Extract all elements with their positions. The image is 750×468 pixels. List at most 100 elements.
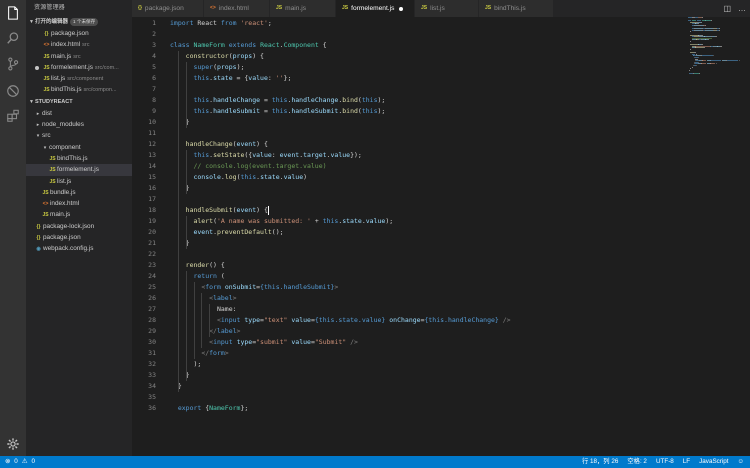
code-token: > bbox=[334, 283, 339, 291]
tree-file[interactable]: <> index.html bbox=[26, 198, 132, 209]
more-actions-icon[interactable]: … bbox=[738, 4, 746, 13]
tree-file[interactable]: {} package.json bbox=[26, 232, 132, 243]
tree-item-name: index.html bbox=[50, 200, 80, 208]
split-editor-icon[interactable]: ◫ bbox=[723, 4, 731, 13]
minimap-stroke bbox=[694, 25, 698, 26]
code-token: handleChange bbox=[291, 96, 339, 104]
warning-icon[interactable]: ⚠ bbox=[22, 456, 28, 468]
files-icon[interactable] bbox=[5, 5, 21, 21]
code-token: React bbox=[260, 41, 280, 49]
indent-guide bbox=[185, 150, 187, 194]
open-editor-item[interactable]: JSformelement.js src/com... bbox=[26, 62, 132, 73]
tree-file[interactable]: JSbundle.js bbox=[26, 187, 132, 198]
code-token: {this.handleChange} bbox=[424, 316, 499, 324]
line-number: 36 bbox=[148, 404, 156, 412]
code-token: ) { bbox=[256, 140, 268, 148]
open-editor-item[interactable]: <> index.html src bbox=[26, 39, 132, 50]
minimap-stroke bbox=[690, 41, 691, 42]
debug-icon[interactable] bbox=[5, 83, 21, 99]
tree-file[interactable]: JSbindThis.js bbox=[26, 153, 132, 164]
code-token: super bbox=[193, 63, 214, 71]
tree-item-name: dist bbox=[42, 109, 52, 117]
tab-bindThis-js[interactable]: JS bindThis.js bbox=[479, 0, 554, 17]
code-token: </ bbox=[201, 349, 210, 357]
minimap-stroke bbox=[703, 47, 706, 49]
code-token: }; bbox=[240, 404, 249, 412]
tree-folder[interactable]: ▾ src bbox=[26, 130, 132, 141]
open-editor-item[interactable]: JSmain.js src bbox=[26, 51, 132, 62]
tree-file[interactable]: {} package-lock.json bbox=[26, 221, 132, 232]
tree-item-name: package.json bbox=[43, 234, 81, 242]
code-token: "submit" bbox=[256, 338, 288, 346]
line-ending[interactable]: LF bbox=[683, 456, 690, 468]
code-editor[interactable]: 1 import React from 'react'; 2 3 class NameF… bbox=[132, 17, 750, 456]
tree-folder[interactable]: ▸ node_modules bbox=[26, 119, 132, 130]
language-mode[interactable]: JavaScript bbox=[699, 456, 728, 468]
tree-file[interactable]: JSmain.js bbox=[26, 209, 132, 220]
open-editor-item[interactable]: {} package.json bbox=[26, 28, 132, 39]
minimap-stroke bbox=[710, 60, 721, 62]
tree-item-name: main.js bbox=[50, 211, 71, 219]
minimap-stroke bbox=[710, 63, 715, 65]
tab-main-js[interactable]: JS main.js bbox=[270, 0, 336, 17]
source-control-icon[interactable] bbox=[5, 56, 21, 72]
code-token: value bbox=[252, 151, 272, 159]
error-icon[interactable]: ⊗ bbox=[5, 456, 10, 468]
js-file-icon: JS bbox=[276, 5, 283, 11]
code-token: value bbox=[365, 217, 386, 225]
tab-package-json[interactable]: {} package.json bbox=[132, 0, 204, 17]
tree-folder[interactable]: ▾ component bbox=[26, 142, 132, 153]
code-text: <form onSubmit={this.handleSubmit}> bbox=[170, 282, 338, 293]
open-editor-path: src/compon... bbox=[83, 87, 117, 94]
minimap[interactable] bbox=[688, 17, 742, 77]
search-icon[interactable] bbox=[5, 30, 21, 46]
tree-file[interactable]: JSlist.js bbox=[26, 176, 132, 187]
code-token: /> bbox=[502, 316, 511, 324]
extensions-icon[interactable] bbox=[5, 108, 21, 124]
encoding[interactable]: UTF-8 bbox=[656, 456, 674, 468]
code-text: event.preventDefault(); bbox=[170, 227, 283, 238]
error-count[interactable]: 0 bbox=[14, 456, 18, 468]
tab-list-js[interactable]: JS list.js bbox=[415, 0, 479, 17]
code-token: = bbox=[260, 107, 272, 115]
code-token: }; bbox=[283, 74, 292, 82]
tree-file[interactable]: ◉ webpack.config.js bbox=[26, 243, 132, 254]
code-token: : bbox=[271, 151, 280, 159]
tree-item-name: node_modules bbox=[42, 121, 84, 129]
code-token: "text" bbox=[263, 316, 288, 324]
open-editors-header[interactable]: ▼打开的编辑器 1 个未保存 bbox=[26, 16, 132, 28]
feedback-icon[interactable]: ☺ bbox=[738, 456, 744, 468]
code-token: {this.state.value} bbox=[314, 316, 386, 324]
code-token: Name: bbox=[170, 305, 237, 313]
tab-formelement-js[interactable]: JS formelement.js bbox=[336, 0, 415, 17]
cursor-position[interactable]: 行 18，列 26 bbox=[582, 456, 618, 468]
indent-guide bbox=[209, 304, 211, 337]
indentation[interactable]: 空格: 2 bbox=[627, 456, 647, 468]
tree-file[interactable]: JSformelement.js bbox=[26, 164, 132, 176]
tree-folder[interactable]: ▸ dist bbox=[26, 108, 132, 119]
project-header[interactable]: ▼STUDYREACT bbox=[26, 96, 132, 108]
open-editor-item[interactable]: JSbindThis.js src/compon... bbox=[26, 84, 132, 95]
file-tree: ▸ dist ▸ node_modules ▾ src ▾ component JSbindTh… bbox=[26, 108, 132, 255]
code-token: NameForm bbox=[209, 404, 241, 412]
js-file-icon: JS bbox=[342, 5, 349, 11]
open-editor-item[interactable]: JSlist.js src/component bbox=[26, 73, 132, 84]
vertical-scrollbar[interactable] bbox=[742, 17, 750, 456]
tree-item-name: bundle.js bbox=[50, 188, 76, 196]
open-editor-path: src bbox=[73, 53, 81, 60]
settings-gear-icon[interactable] bbox=[5, 436, 21, 452]
code-text: </label> bbox=[170, 326, 240, 337]
code-token: "Submit" bbox=[314, 338, 347, 346]
line-number: 4 bbox=[152, 52, 156, 60]
minimap-stroke bbox=[727, 60, 739, 62]
tab-index-html[interactable]: <> index.html bbox=[204, 0, 270, 17]
warning-count[interactable]: 0 bbox=[31, 456, 35, 468]
code-text: class NameForm extends React.Component { bbox=[170, 40, 327, 51]
line-number: 11 bbox=[148, 129, 156, 137]
line-number: 24 bbox=[148, 272, 156, 280]
minimap-stroke bbox=[708, 39, 709, 41]
